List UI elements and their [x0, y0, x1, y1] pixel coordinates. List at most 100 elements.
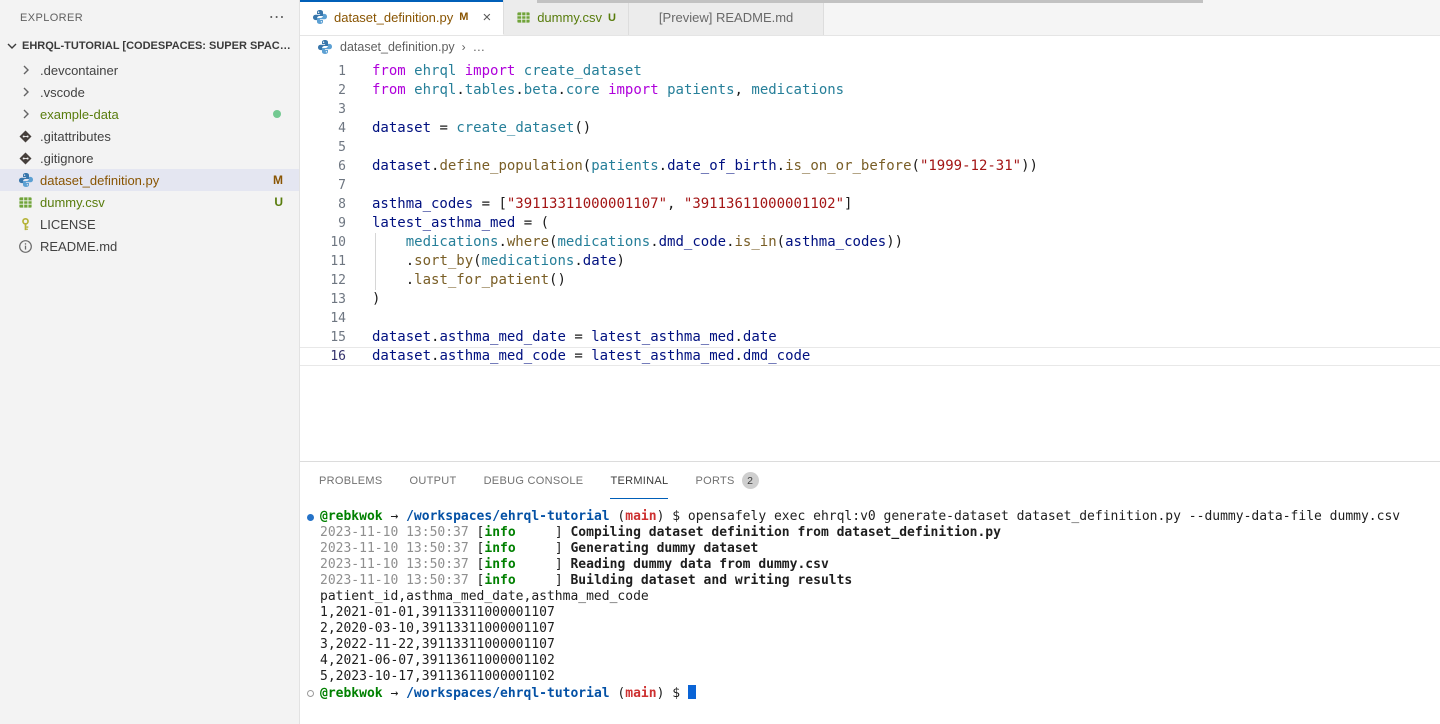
code-text: from ehrql import create_dataset — [346, 62, 642, 81]
chevron-right-icon: › — [462, 40, 466, 54]
code-text: dataset = create_dataset() — [346, 119, 591, 138]
tree-item-label: .devcontainer — [40, 63, 118, 78]
terminal-cursor — [688, 685, 696, 699]
terminal-line: 4,2021-06-07,39113611000001102 — [300, 653, 1440, 669]
bottom-panel: PROBLEMS OUTPUT DEBUG CONSOLE TERMINAL PORTS… — [300, 461, 1440, 724]
command-decoration-icon[interactable] — [307, 514, 314, 521]
line-number: 11 — [300, 252, 346, 271]
terminal-line: 2023-11-10 13:50:37 [info ] Building dat… — [300, 573, 1440, 589]
code-line-10[interactable]: 10 medications.where(medications.dmd_cod… — [300, 233, 1440, 252]
breadcrumb[interactable]: dataset_definition.py › … — [300, 36, 1440, 58]
tree-item--gitignore[interactable]: .gitignore — [0, 147, 299, 169]
panel-tab-label: PORTS — [695, 475, 734, 487]
tree-item-license[interactable]: LICENSE — [0, 213, 299, 235]
code-line-13[interactable]: 13) — [300, 290, 1440, 309]
terminal-line: 5,2023-10-17,39113611000001102 — [300, 669, 1440, 685]
terminal-line: 2,2020-03-10,39113311000001107 — [300, 621, 1440, 637]
panel-tab-terminal[interactable]: TERMINAL — [610, 462, 668, 499]
code-text: dataset.asthma_med_code = latest_asthma_… — [346, 347, 810, 366]
line-number: 16 — [300, 347, 346, 366]
tab-dummy-csv[interactable]: dummy.csvU — [504, 0, 629, 35]
code-text: .last_for_patient() — [346, 271, 566, 290]
code-line-12[interactable]: 12 .last_for_patient() — [300, 271, 1440, 290]
panel-tab-label: TERMINAL — [610, 475, 668, 487]
more-actions-icon[interactable]: ⋯ — [269, 10, 285, 26]
folder-changes-dot-badge — [273, 110, 281, 118]
line-number: 9 — [300, 214, 346, 233]
workspace-label: EHRQL-TUTORIAL [CODESPACES: SUPER SPACE … — [22, 40, 291, 52]
tree-item-dataset-definition-py[interactable]: dataset_definition.pyM — [0, 169, 299, 191]
line-number: 8 — [300, 195, 346, 214]
git-status-badge: M — [273, 173, 283, 187]
code-line-7[interactable]: 7 — [300, 176, 1440, 195]
breadcrumb-more[interactable]: … — [473, 40, 486, 54]
code-line-14[interactable]: 14 — [300, 309, 1440, 328]
terminal-line: 1,2021-01-01,39113311000001107 — [300, 605, 1440, 621]
code-line-16[interactable]: 16dataset.asthma_med_code = latest_asthm… — [300, 347, 1440, 366]
code-line-8[interactable]: 8asthma_codes = ["39113311000001107", "3… — [300, 195, 1440, 214]
tree-item-label: example-data — [40, 107, 119, 122]
explorer-sidebar: EXPLORER ⋯ EHRQL-TUTORIAL [CODESPACES: S… — [0, 0, 300, 724]
terminal-line: patient_id,asthma_med_date,asthma_med_co… — [300, 589, 1440, 605]
editor-tab-bar: dataset_definition.pyM×dummy.csvU [Previe… — [300, 0, 1440, 36]
code-line-1[interactable]: 1from ehrql import create_dataset — [300, 62, 1440, 81]
terminal-line: @rebkwok → /workspaces/ehrql-tutorial (m… — [300, 509, 1440, 525]
code-text: from ehrql.tables.beta.core import patie… — [346, 81, 844, 100]
panel-tab-debug-console[interactable]: DEBUG CONSOLE — [484, 462, 584, 499]
code-line-2[interactable]: 2from ehrql.tables.beta.core import pati… — [300, 81, 1440, 100]
panel-tab-label: DEBUG CONSOLE — [484, 475, 584, 487]
terminal-line: 2023-11-10 13:50:37 [info ] Compiling da… — [300, 525, 1440, 541]
code-line-15[interactable]: 15dataset.asthma_med_date = latest_asthm… — [300, 328, 1440, 347]
code-line-9[interactable]: 9latest_asthma_med = ( — [300, 214, 1440, 233]
line-number: 2 — [300, 81, 346, 100]
python-icon — [18, 172, 40, 188]
panel-tab-bar: PROBLEMS OUTPUT DEBUG CONSOLE TERMINAL PORTS… — [300, 462, 1440, 499]
line-number: 12 — [300, 271, 346, 290]
git-status-badge: U — [274, 195, 283, 209]
panel-tab-ports[interactable]: PORTS2 — [695, 462, 758, 499]
panel-tab-problems[interactable]: PROBLEMS — [319, 462, 383, 499]
breadcrumb-file[interactable]: dataset_definition.py — [340, 40, 455, 54]
tab-dataset-definition-py[interactable]: dataset_definition.pyM× — [300, 0, 504, 35]
code-text — [346, 100, 372, 119]
chevron-right-icon — [18, 84, 40, 100]
vscode-window: EXPLORER ⋯ EHRQL-TUTORIAL [CODESPACES: S… — [0, 0, 1440, 724]
code-line-3[interactable]: 3 — [300, 100, 1440, 119]
code-text: dataset.define_population(patients.date_… — [346, 157, 1038, 176]
tree-item-dummy-csv[interactable]: dummy.csv U — [0, 191, 299, 213]
code-text — [346, 309, 372, 328]
tab-scrollbar[interactable] — [537, 0, 1203, 3]
tab-label: [Preview] README.md — [659, 10, 793, 25]
chevron-down-icon — [4, 38, 20, 54]
code-text: ) — [346, 290, 380, 309]
terminal[interactable]: @rebkwok → /workspaces/ehrql-tutorial (m… — [300, 499, 1440, 724]
code-line-4[interactable]: 4dataset = create_dataset() — [300, 119, 1440, 138]
panel-tab-output[interactable]: OUTPUT — [410, 462, 457, 499]
tree-item--gitattributes[interactable]: .gitattributes — [0, 125, 299, 147]
line-number: 5 — [300, 138, 346, 157]
line-number: 10 — [300, 233, 346, 252]
tree-item--vscode[interactable]: .vscode — [0, 81, 299, 103]
file-tree: .devcontainer .vscode example-data .gitattr… — [0, 57, 299, 257]
code-text: asthma_codes = ["39113311000001107", "39… — [346, 195, 852, 214]
tree-item-readme-md[interactable]: README.md — [0, 235, 299, 257]
code-line-6[interactable]: 6dataset.define_population(patients.date… — [300, 157, 1440, 176]
code-line-5[interactable]: 5 — [300, 138, 1440, 157]
python-icon — [317, 39, 333, 55]
code-text — [346, 176, 372, 195]
tree-item-label: .gitattributes — [40, 129, 111, 144]
code-line-11[interactable]: 11 .sort_by(medications.date) — [300, 252, 1440, 271]
line-number: 7 — [300, 176, 346, 195]
code-editor[interactable]: 1from ehrql import create_dataset2from e… — [300, 58, 1440, 461]
tree-item--devcontainer[interactable]: .devcontainer — [0, 59, 299, 81]
close-icon[interactable]: × — [482, 10, 491, 25]
workspace-root-item[interactable]: EHRQL-TUTORIAL [CODESPACES: SUPER SPACE … — [0, 35, 299, 57]
tab--preview-readme-md[interactable]: [Preview] README.md — [629, 0, 824, 35]
code-text — [346, 138, 372, 157]
tree-item-label: dummy.csv — [40, 195, 105, 210]
tree-item-example-data[interactable]: example-data — [0, 103, 299, 125]
command-decoration-outline-icon[interactable] — [307, 690, 314, 697]
editor-main-area: dataset_definition.pyM×dummy.csvU [Previe… — [300, 0, 1440, 724]
line-number: 14 — [300, 309, 346, 328]
explorer-header: EXPLORER ⋯ — [0, 0, 299, 35]
